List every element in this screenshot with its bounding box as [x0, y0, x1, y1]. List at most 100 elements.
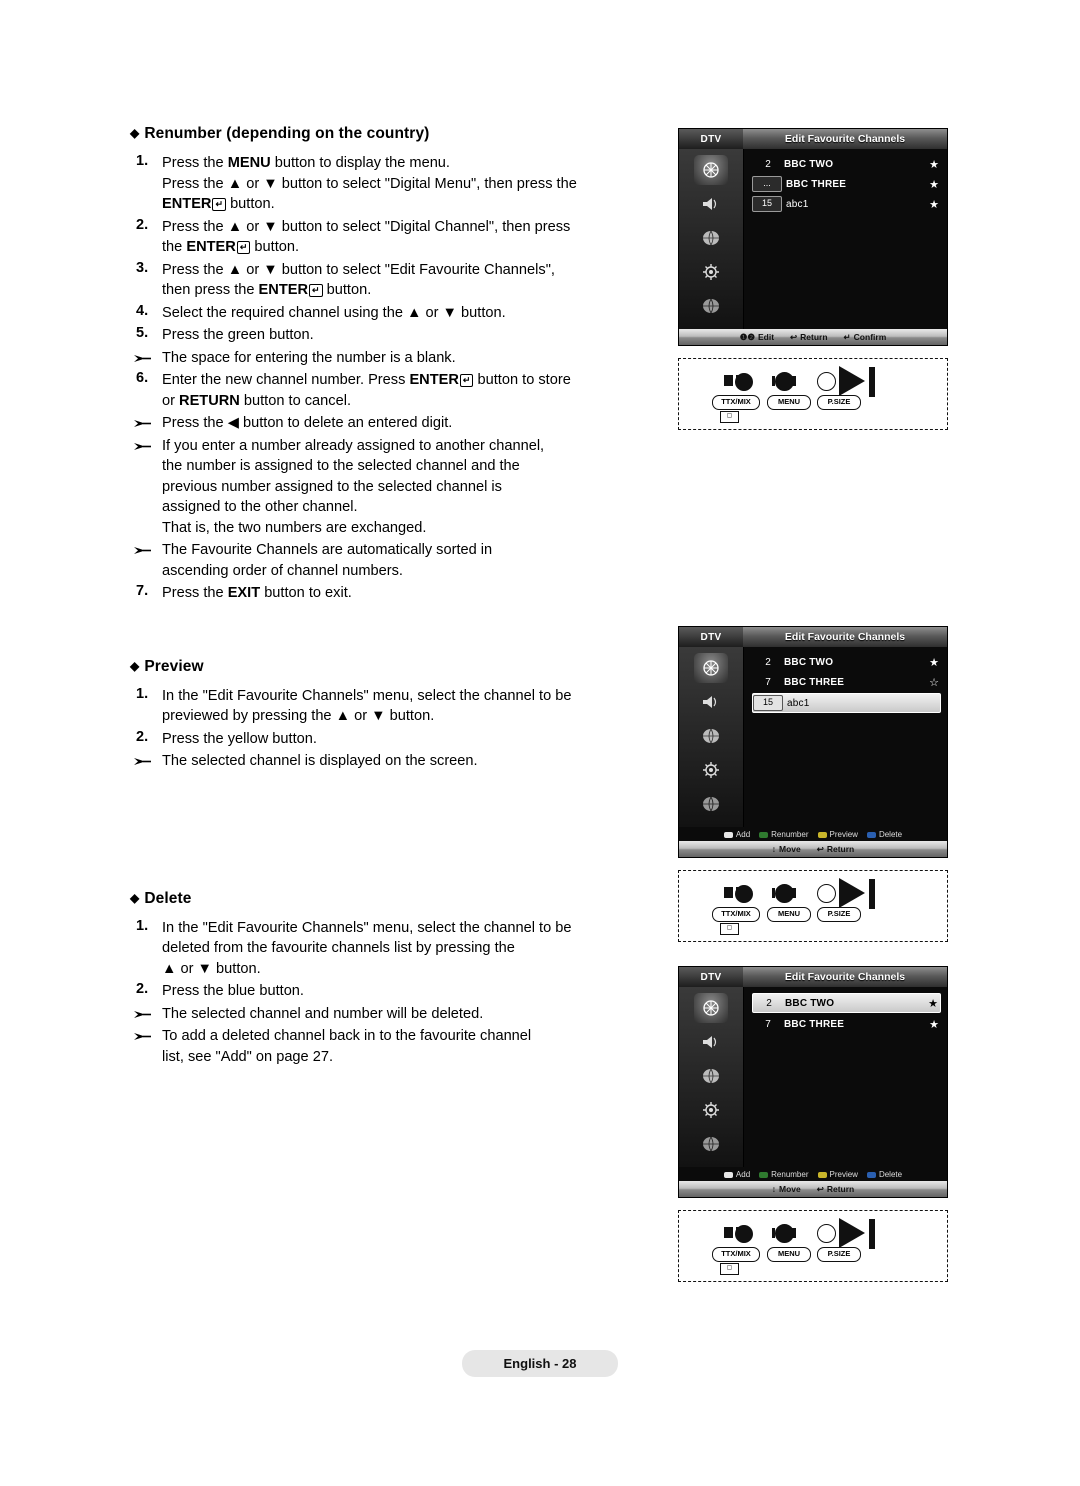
step-number: 3.: [136, 259, 149, 276]
remote-key-menu[interactable]: MENU: [767, 1247, 811, 1262]
color-key-preview[interactable]: Preview: [817, 830, 858, 839]
note-text: The selected channel is displayed on the…: [162, 753, 478, 769]
footer-item-return[interactable]: ↩ Return: [817, 1184, 855, 1195]
channel-icon[interactable]: [694, 223, 728, 253]
footer-item-return[interactable]: ↩ Return: [817, 844, 855, 855]
step-number: 1.: [136, 685, 149, 702]
channel-name: BBC TWO: [784, 656, 834, 668]
picture-icon[interactable]: [694, 155, 728, 185]
input-icon[interactable]: [694, 789, 728, 819]
color-key-label: Add: [735, 1170, 751, 1179]
step-text: Press the ▲ or ▼ button to select "Digit…: [162, 217, 660, 258]
arrow-bullet-icon: [130, 436, 162, 539]
step-text-part: button.: [250, 239, 300, 255]
table-row[interactable]: 2 BBC TWO ★: [752, 155, 941, 173]
pointer-arrow-icon: [839, 366, 865, 396]
osd-source-label: DTV: [679, 129, 743, 149]
step-text: Press the MENU button to display the men…: [162, 153, 660, 215]
setup-icon[interactable]: [694, 755, 728, 785]
remote-key-small[interactable]: ▢: [720, 411, 739, 423]
channel-icon[interactable]: [694, 1061, 728, 1091]
input-icon[interactable]: [694, 291, 728, 321]
table-row[interactable]: 2 BBC TWO ★: [752, 653, 941, 671]
channel-number: 15: [753, 695, 783, 711]
menu-keyword: MENU: [227, 155, 271, 171]
color-key-label: Add: [735, 830, 751, 839]
remote-key-psize[interactable]: P.SIZE: [817, 395, 861, 410]
color-key-delete[interactable]: Delete: [866, 1170, 902, 1179]
color-key-renumber[interactable]: Renumber: [759, 1170, 809, 1179]
exit-keyword: EXIT: [227, 585, 261, 601]
note-line: list, see "Add" on page 27.: [162, 1048, 334, 1065]
picture-icon[interactable]: [694, 653, 728, 683]
remote-key-menu[interactable]: MENU: [767, 907, 811, 922]
remote-key-psize[interactable]: P.SIZE: [817, 1247, 861, 1262]
sound-icon[interactable]: [694, 687, 728, 717]
channel-name: abc1: [787, 697, 810, 709]
note-line: The Favourite Channels are automatically…: [162, 542, 493, 558]
table-row[interactable]: 7 BBC THREE ☆: [752, 673, 941, 691]
channel-icon[interactable]: [694, 721, 728, 751]
enter-icon: ↵: [459, 374, 474, 387]
remote-button-yellow[interactable]: [817, 372, 836, 391]
number-keys-icon: ❶❷: [739, 331, 755, 342]
sound-icon[interactable]: [694, 189, 728, 219]
table-row-selected[interactable]: 15 abc1: [752, 693, 941, 713]
remote-key-menu[interactable]: MENU: [767, 395, 811, 410]
step-text: Press the green button.: [162, 327, 314, 343]
remote-key-small[interactable]: ▢: [720, 923, 739, 935]
channel-list: 2 BBC TWO ★ 7 BBC THREE ★: [744, 987, 947, 1167]
table-row[interactable]: 15 abc1 ★: [752, 195, 941, 213]
setup-icon[interactable]: [694, 257, 728, 287]
footer-item-move[interactable]: ↕ Move: [772, 844, 801, 854]
arrow-bullet-icon: [130, 413, 162, 434]
color-key-preview[interactable]: Preview: [817, 1170, 858, 1179]
footer-item-confirm[interactable]: ↵ Confirm: [844, 332, 887, 343]
delete-note-1: The selected channel and number will be …: [130, 1004, 660, 1025]
color-key-delete[interactable]: Delete: [866, 830, 902, 839]
channel-list: 2 BBC TWO ★ ... BBC THREE ★ 15 abc1 ★: [744, 149, 947, 329]
step-text-part: button.: [322, 282, 372, 298]
step-text: In the "Edit Favourite Channels" menu, s…: [162, 686, 660, 727]
color-key-add[interactable]: Add: [723, 830, 751, 839]
color-key-renumber[interactable]: Renumber: [759, 830, 809, 839]
diamond-bullet-icon: ◆: [130, 658, 140, 673]
table-row-selected[interactable]: 2 BBC TWO ★: [752, 993, 941, 1013]
color-key-label: Renumber: [771, 830, 809, 839]
step-text: Press the EXIT button to exit.: [162, 583, 660, 604]
remote-button-yellow[interactable]: [817, 884, 836, 903]
remote-button-yellow[interactable]: [817, 1224, 836, 1243]
return-arrow-icon: ↩: [816, 1183, 824, 1194]
remote-key-ttxmix[interactable]: TTX/MIX: [712, 907, 760, 922]
osd-source-label: DTV: [679, 967, 743, 987]
remote-key-ttxmix[interactable]: TTX/MIX: [712, 1247, 760, 1262]
osd-source-label: DTV: [679, 627, 743, 647]
input-icon[interactable]: [694, 1129, 728, 1159]
footer-item-move[interactable]: ↕ Move: [772, 1184, 801, 1194]
sound-icon[interactable]: [694, 1027, 728, 1057]
footer-label: Move: [779, 844, 801, 854]
setup-icon[interactable]: [694, 1095, 728, 1125]
table-row[interactable]: ... BBC THREE ★: [752, 175, 941, 193]
picture-icon[interactable]: [694, 993, 728, 1023]
delete-note-2: To add a deleted channel back in to the …: [130, 1026, 660, 1067]
favourite-star-icon: ★: [929, 198, 939, 211]
pointer-arrow-icon: [839, 878, 865, 908]
osd-footer: ❶❷ Edit ↩ Return ↵ Confirm: [679, 329, 947, 345]
channel-number-input[interactable]: ...: [752, 176, 782, 192]
footer-item-return[interactable]: ↩ Return: [790, 332, 828, 343]
color-key-add[interactable]: Add: [723, 1170, 751, 1179]
step-text-part: In the "Edit Favourite Channels" menu, s…: [162, 919, 572, 936]
remote-key-psize[interactable]: P.SIZE: [817, 907, 861, 922]
osd-panel-preview: DTV Edit Favourite Channels 2 BBC TWO ★ …: [678, 626, 948, 858]
section-heading-delete: ◆ Delete: [130, 889, 192, 907]
footer-item-edit[interactable]: ❶❷ Edit: [740, 332, 774, 343]
remote-key-small[interactable]: ▢: [720, 1263, 739, 1275]
pointer-bar: [869, 1219, 875, 1249]
table-row[interactable]: 7 BBC THREE ★: [752, 1015, 941, 1033]
remote-key-ttxmix[interactable]: TTX/MIX: [712, 395, 760, 410]
note-text: The Favourite Channels are automatically…: [162, 540, 660, 581]
enter-keyword: ENTER: [409, 372, 459, 388]
osd-panel-renumber: DTV Edit Favourite Channels 2 BBC TWO ★ …: [678, 128, 948, 346]
enter-icon: ↵: [309, 284, 323, 297]
